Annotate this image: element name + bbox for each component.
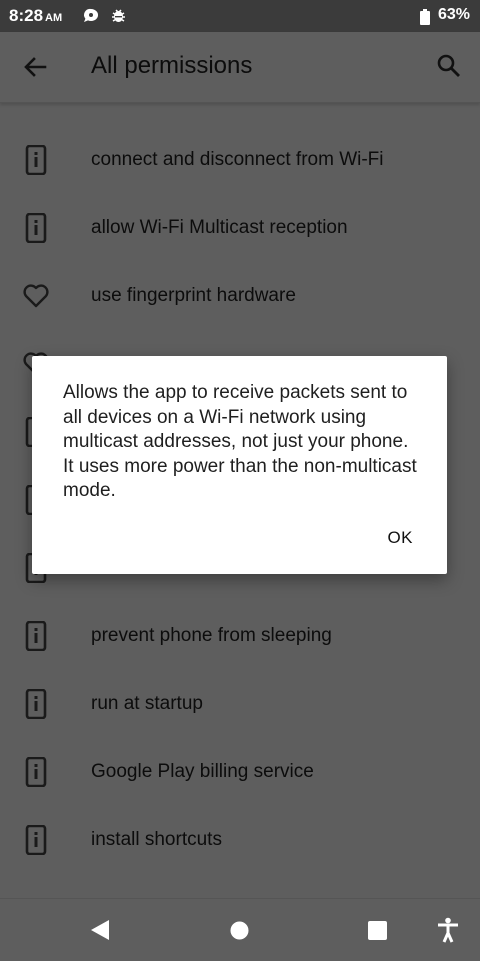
list-item[interactable]: install shortcuts	[0, 810, 480, 870]
info-phone-icon	[22, 144, 50, 176]
info-phone-icon	[22, 620, 50, 652]
list-item[interactable]: Google Play billing service	[0, 742, 480, 802]
battery-icon	[420, 9, 430, 30]
list-item-label: allow Wi-Fi Multicast reception	[91, 217, 348, 238]
info-phone-icon	[22, 756, 50, 788]
permission-info-dialog: Allows the app to receive packets sent t…	[32, 356, 447, 574]
clock-ampm: AM	[45, 12, 63, 24]
list-item[interactable]: allow Wi-Fi Multicast reception	[0, 198, 480, 258]
heart-icon	[22, 281, 50, 311]
navigation-bar	[0, 898, 480, 961]
chat-bubble-icon	[82, 7, 100, 30]
clock-text: 8:28	[9, 6, 44, 25]
info-phone-icon	[22, 212, 50, 244]
list-item-label: prevent phone from sleeping	[91, 625, 332, 646]
list-item[interactable]: prevent phone from sleeping	[0, 606, 480, 666]
list-item-label: use fingerprint hardware	[91, 285, 296, 306]
info-phone-icon	[22, 824, 50, 856]
home-circle-icon[interactable]	[230, 921, 249, 945]
list-item[interactable]: connect and disconnect from Wi-Fi	[0, 130, 480, 190]
back-triangle-icon[interactable]	[90, 919, 110, 946]
info-phone-icon	[22, 688, 50, 720]
bug-icon	[110, 7, 127, 29]
ok-button[interactable]: OK	[387, 528, 413, 548]
back-arrow-icon[interactable]	[22, 54, 48, 80]
recents-square-icon[interactable]	[368, 921, 387, 945]
dialog-message: Allows the app to receive packets sent t…	[63, 382, 417, 501]
battery-percent: 63%	[437, 6, 470, 23]
list-item-label: Google Play billing service	[91, 761, 314, 782]
list-item-label: run at startup	[91, 693, 203, 714]
app-bar: All permissions	[0, 32, 480, 103]
list-item-label: install shortcuts	[91, 829, 222, 850]
page-title: All permissions	[91, 52, 253, 79]
list-item[interactable]: use fingerprint hardware	[0, 266, 480, 326]
list-item-label: connect and disconnect from Wi-Fi	[91, 149, 384, 170]
status-time: 8:28 AM	[9, 6, 62, 26]
accessibility-icon[interactable]	[437, 917, 459, 948]
status-bar: 8:28 AM 63%	[0, 0, 480, 32]
search-icon[interactable]	[436, 53, 462, 79]
list-item[interactable]: run at startup	[0, 674, 480, 734]
